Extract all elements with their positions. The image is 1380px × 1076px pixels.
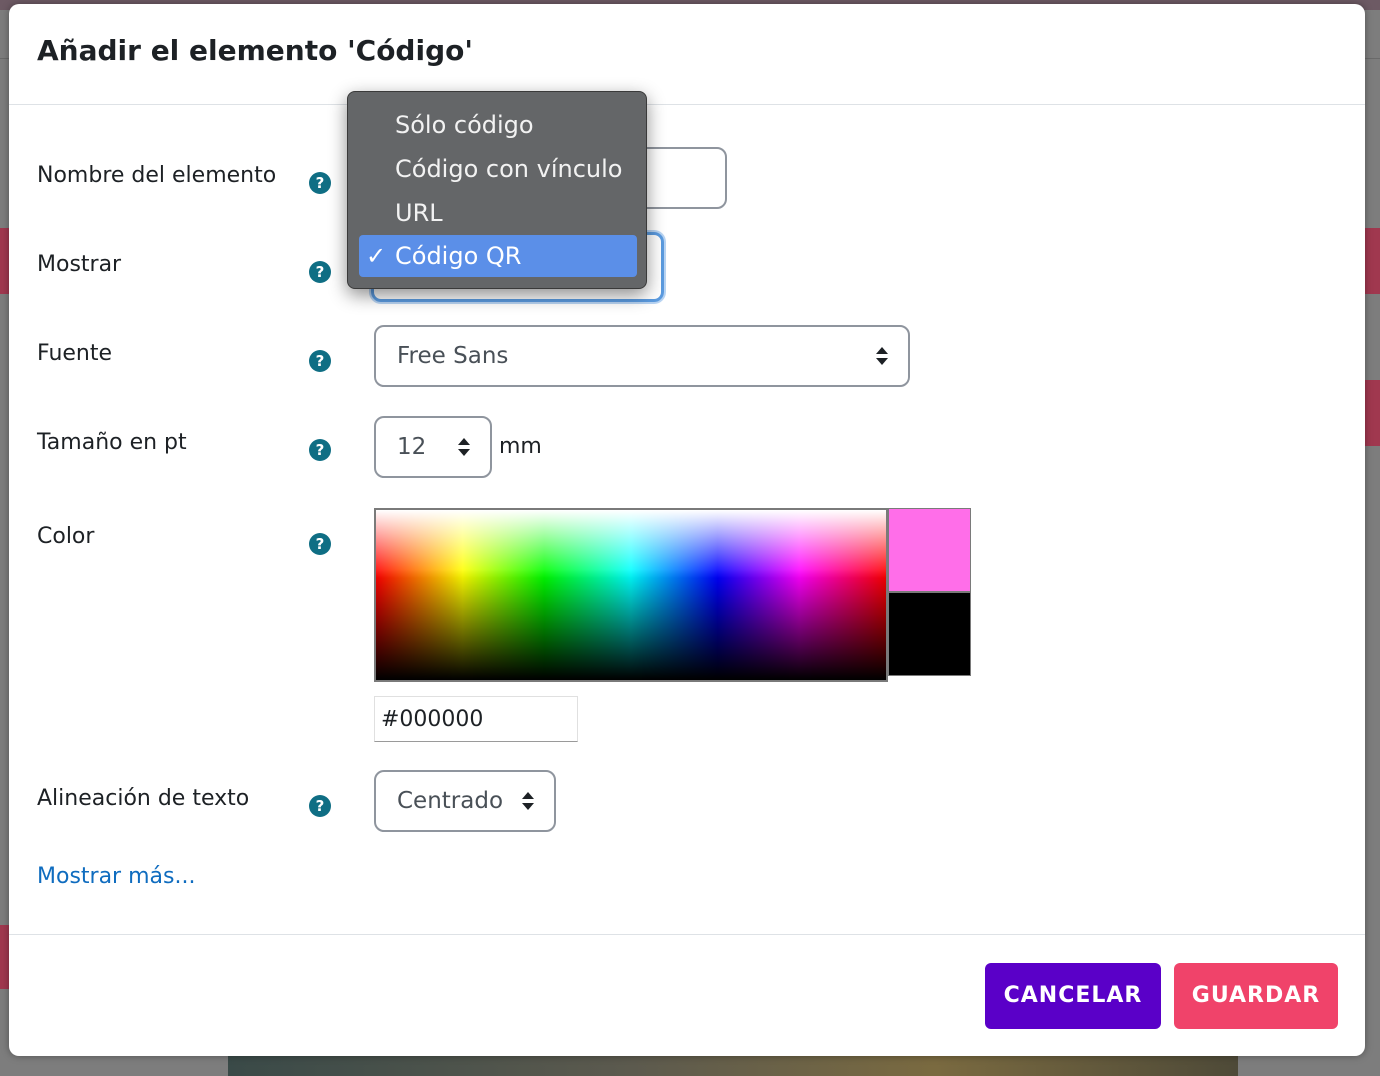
background-block — [0, 925, 9, 989]
element-name-label: Nombre del elemento — [37, 163, 277, 188]
help-icon[interactable]: ? — [309, 439, 331, 461]
option-label: Código con vínculo — [395, 155, 623, 183]
font-select-value: Free Sans — [397, 343, 509, 369]
modal-footer-divider — [9, 934, 1365, 935]
select-arrows-icon — [522, 792, 534, 810]
show-more-link[interactable]: Mostrar más... — [37, 864, 195, 889]
alignment-label: Alineación de texto — [37, 786, 250, 811]
select-arrows-icon — [876, 347, 888, 365]
size-unit: mm — [499, 434, 542, 459]
option-label: URL — [395, 199, 443, 227]
show-dropdown-menu: Sólo código Código con vínculo URL ✓ Códi… — [347, 91, 647, 289]
cancel-button[interactable]: CANCELAR — [985, 963, 1161, 1029]
help-icon[interactable]: ? — [309, 350, 331, 372]
dropdown-option-codigo-con-vinculo[interactable]: Código con vínculo — [359, 148, 637, 190]
background-block — [1365, 380, 1380, 446]
show-label: Mostrar — [37, 252, 122, 277]
font-label: Fuente — [37, 341, 113, 366]
checkmark-icon: ✓ — [366, 242, 387, 270]
new-color-swatch — [888, 508, 971, 592]
save-button[interactable]: GUARDAR — [1174, 963, 1338, 1029]
alignment-select-value: Centrado — [397, 788, 504, 814]
color-hex-input[interactable] — [374, 696, 578, 742]
help-icon[interactable]: ? — [309, 533, 331, 555]
option-label: Código QR — [395, 242, 522, 270]
modal-title: Añadir el elemento 'Código' — [37, 34, 473, 67]
modal-header: Añadir el elemento 'Código' — [9, 4, 1365, 105]
help-icon[interactable]: ? — [309, 261, 331, 283]
size-select-value: 12 — [397, 434, 427, 460]
size-select[interactable]: 12 — [374, 416, 492, 478]
dropdown-option-solo-codigo[interactable]: Sólo código — [359, 104, 637, 146]
size-label: Tamaño en pt — [37, 430, 187, 455]
add-element-modal: Añadir el elemento 'Código' Nombre del e… — [9, 4, 1365, 1056]
background-block — [1365, 228, 1380, 294]
help-icon[interactable]: ? — [309, 795, 331, 817]
dropdown-option-codigo-qr[interactable]: ✓ Código QR — [359, 235, 637, 277]
color-label: Color — [37, 524, 95, 549]
dropdown-option-url[interactable]: URL — [359, 192, 637, 234]
font-select[interactable]: Free Sans — [374, 325, 910, 387]
current-color-swatch[interactable] — [888, 592, 971, 676]
color-picker-gradient[interactable] — [374, 508, 888, 682]
background-block — [0, 228, 9, 294]
select-arrows-icon — [458, 438, 470, 456]
help-icon[interactable]: ? — [309, 172, 331, 194]
option-label: Sólo código — [395, 111, 534, 139]
alignment-select[interactable]: Centrado — [374, 770, 556, 832]
